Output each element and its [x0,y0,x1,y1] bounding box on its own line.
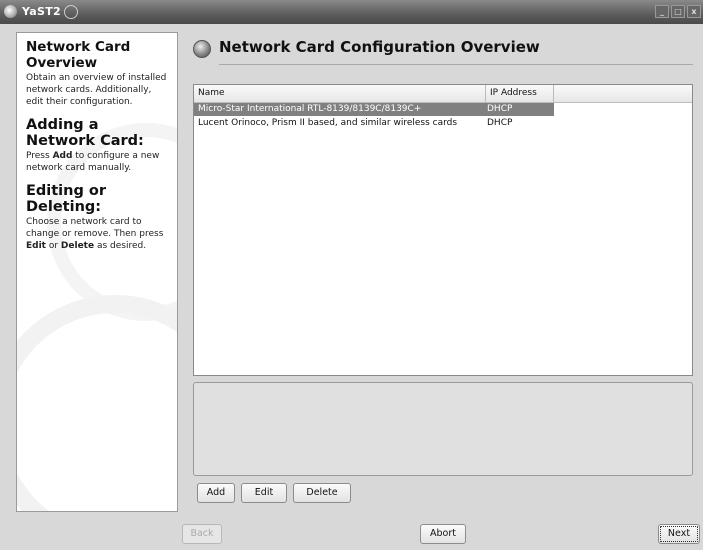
wizard-footer: Back Abort Next [0,518,703,550]
smiley-icon [64,5,78,19]
back-button[interactable]: Back [182,524,222,544]
window-title: YaST2 [22,5,61,18]
next-button[interactable]: Next [658,524,700,544]
network-card-table[interactable]: Name IP Address Micro-Star International… [193,84,693,376]
close-icon[interactable]: x [687,5,701,18]
delete-button[interactable]: Delete [293,483,351,503]
add-button[interactable]: Add [197,483,235,503]
page-header: Network Card Configuration Overview [193,38,693,66]
background-swirl [17,295,177,511]
yast-icon [4,5,17,18]
page-title: Network Card Configuration Overview [219,38,540,56]
help-text-adding: Press Add to configure a new network car… [26,151,160,173]
minimize-icon[interactable]: _ [655,5,669,18]
edit-button[interactable]: Edit [241,483,287,503]
header-divider [219,64,693,65]
table-row[interactable]: Micro-Star International RTL-8139/8139C/… [194,103,554,116]
table-header: Name IP Address [194,85,692,103]
help-text-editing: Choose a network card to change or remov… [26,217,164,251]
cell-name: Lucent Orinoco, Prism II based, and simi… [198,118,458,128]
column-header-name[interactable]: Name [198,88,225,98]
cell-ip: DHCP [487,118,513,128]
help-heading-adding: Adding a Network Card: [26,117,144,149]
help-panel: Network Card Overview Obtain an overview… [16,32,178,512]
help-heading-overview: Network Card Overview [26,39,131,71]
window-controls: _ □ x [655,5,701,18]
column-divider [553,85,554,102]
network-icon [193,40,211,58]
column-header-ip[interactable]: IP Address [490,88,537,98]
table-row[interactable]: Lucent Orinoco, Prism II based, and simi… [194,117,554,130]
help-text-overview: Obtain an overview of installed network … [26,73,167,107]
details-pane [193,382,693,476]
title-bar: YaST2 _ □ x [0,0,703,24]
cell-ip: DHCP [487,104,513,114]
abort-button[interactable]: Abort [420,524,466,544]
column-divider [485,85,486,102]
cell-name: Micro-Star International RTL-8139/8139C/… [198,104,422,114]
help-heading-editing: Editing or Deleting: [26,183,107,215]
maximize-icon[interactable]: □ [671,5,685,18]
